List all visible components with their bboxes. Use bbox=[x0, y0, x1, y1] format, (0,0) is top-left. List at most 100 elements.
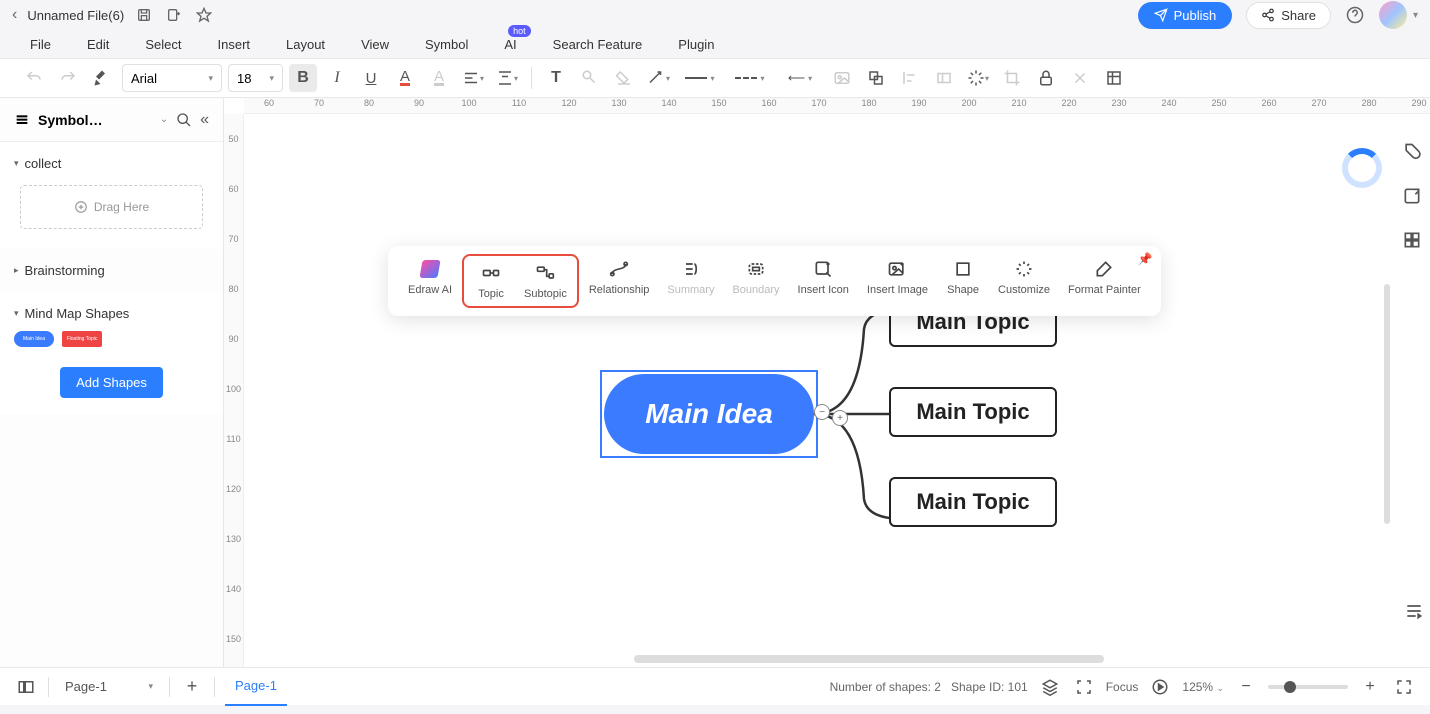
avatar-menu-chevron-icon[interactable]: ▾ bbox=[1413, 10, 1418, 21]
layers-icon[interactable] bbox=[1038, 675, 1062, 699]
expand-handle-icon[interactable]: + bbox=[832, 410, 848, 426]
menu-ai[interactable]: AIhot bbox=[504, 37, 516, 52]
highlighted-group: Topic Subtopic bbox=[462, 254, 579, 308]
theme-icon[interactable] bbox=[1400, 140, 1424, 164]
ft-subtopic[interactable]: Subtopic bbox=[516, 258, 575, 304]
ai-sparkle-button[interactable]: ▾ bbox=[964, 64, 992, 92]
pin-icon[interactable]: 📌 bbox=[1138, 252, 1153, 266]
page-select[interactable]: Page-1▾ bbox=[59, 675, 159, 699]
share-button[interactable]: Share bbox=[1246, 2, 1331, 29]
table-button[interactable] bbox=[1100, 64, 1128, 92]
menu-symbol[interactable]: Symbol bbox=[425, 37, 468, 52]
present-icon[interactable] bbox=[1148, 675, 1172, 699]
redo-button[interactable] bbox=[54, 64, 82, 92]
menu-view[interactable]: View bbox=[361, 37, 389, 52]
text-tool-button[interactable]: T bbox=[542, 64, 570, 92]
export-icon[interactable] bbox=[164, 5, 184, 25]
font-color-button[interactable]: A bbox=[391, 64, 419, 92]
lock-button[interactable] bbox=[1032, 64, 1060, 92]
menu-layout[interactable]: Layout bbox=[286, 37, 325, 52]
collapse-sidebar-icon[interactable]: « bbox=[200, 111, 209, 129]
menu-insert[interactable]: Insert bbox=[218, 37, 251, 52]
shape-thumb-main-idea[interactable]: Main Idea bbox=[14, 331, 54, 347]
zoom-slider[interactable] bbox=[1268, 685, 1348, 689]
zoom-in-button[interactable]: + bbox=[1358, 675, 1382, 699]
arrow-style-select[interactable]: ⟵▾ bbox=[778, 64, 822, 92]
sidebar-section-brainstorming[interactable]: ▸Brainstorming bbox=[14, 259, 209, 282]
focus-label[interactable]: Focus bbox=[1106, 680, 1139, 694]
ft-relationship[interactable]: Relationship bbox=[581, 254, 658, 300]
add-page-button[interactable]: + bbox=[180, 675, 204, 699]
zoom-out-button[interactable]: − bbox=[1234, 675, 1258, 699]
node-main-idea[interactable]: Main Idea bbox=[604, 374, 814, 454]
canvas[interactable]: Main Idea − + Main Topic Main Topic Main… bbox=[244, 114, 1430, 667]
share-label: Share bbox=[1281, 8, 1316, 23]
ft-insert-image[interactable]: Insert Image bbox=[859, 254, 936, 300]
font-family-select[interactable]: Arial▾ bbox=[122, 64, 222, 92]
horizontal-scrollbar[interactable] bbox=[634, 655, 1104, 663]
drag-here-zone[interactable]: Drag Here bbox=[20, 185, 203, 229]
align-button[interactable]: ▾ bbox=[459, 64, 487, 92]
grid-icon[interactable] bbox=[1400, 228, 1424, 252]
italic-button[interactable]: I bbox=[323, 64, 351, 92]
font-size-select[interactable]: 18▾ bbox=[228, 64, 283, 92]
back-button[interactable]: ‹ bbox=[12, 6, 17, 24]
ft-format-painter[interactable]: Format Painter bbox=[1060, 254, 1149, 300]
tools-button[interactable] bbox=[1066, 64, 1094, 92]
align-objects-button[interactable] bbox=[896, 64, 924, 92]
ft-shape[interactable]: Shape bbox=[938, 254, 988, 300]
image-insert-button[interactable] bbox=[828, 64, 856, 92]
ft-boundary[interactable]: Boundary bbox=[724, 254, 787, 300]
publish-button[interactable]: Publish bbox=[1138, 2, 1233, 29]
save-icon[interactable] bbox=[134, 5, 154, 25]
ft-customize[interactable]: Customize bbox=[990, 254, 1058, 300]
focus-icon[interactable] bbox=[1072, 675, 1096, 699]
layers-button[interactable] bbox=[862, 64, 890, 92]
star-icon[interactable] bbox=[194, 5, 214, 25]
page-tab-1[interactable]: Page-1 bbox=[225, 668, 287, 706]
help-icon[interactable] bbox=[1345, 5, 1365, 25]
library-icon bbox=[14, 112, 30, 128]
collapse-handle-icon[interactable]: − bbox=[814, 404, 830, 420]
node-topic-3[interactable]: Main Topic bbox=[889, 477, 1057, 527]
menu-file[interactable]: File bbox=[30, 37, 51, 52]
distribute-button[interactable] bbox=[930, 64, 958, 92]
sidebar-section-collect[interactable]: ▾collect bbox=[14, 152, 209, 175]
vertical-scrollbar[interactable] bbox=[1384, 284, 1390, 524]
shapes-count-label: Number of shapes: 2 bbox=[830, 680, 941, 694]
line-weight-select[interactable]: ▾ bbox=[678, 64, 722, 92]
avatar[interactable] bbox=[1379, 1, 1407, 29]
line-dash-select[interactable]: ▾ bbox=[728, 64, 772, 92]
fill-color-button[interactable] bbox=[610, 64, 638, 92]
ft-edraw-ai[interactable]: Edraw AI bbox=[400, 254, 460, 300]
valign-button[interactable]: ▾ bbox=[493, 64, 521, 92]
underline-button[interactable]: U bbox=[357, 64, 385, 92]
zoom-value[interactable]: 125% ⌄ bbox=[1182, 680, 1224, 694]
node-topic-2[interactable]: Main Topic bbox=[889, 387, 1057, 437]
ft-insert-icon[interactable]: Insert Icon bbox=[790, 254, 857, 300]
menu-search-feature[interactable]: Search Feature bbox=[553, 37, 643, 52]
pages-panel-icon[interactable] bbox=[14, 675, 38, 699]
outline-toggle-icon[interactable] bbox=[1404, 601, 1424, 621]
toolbar-separator bbox=[531, 67, 532, 89]
format-brush-icon[interactable] bbox=[88, 64, 116, 92]
undo-button[interactable] bbox=[20, 64, 48, 92]
ft-summary[interactable]: Summary bbox=[659, 254, 722, 300]
shape-thumb-floating-topic[interactable]: Floating Topic bbox=[62, 331, 102, 347]
connector-style-button[interactable]: ▾ bbox=[644, 64, 672, 92]
ft-topic[interactable]: Topic bbox=[466, 258, 516, 304]
bold-button[interactable]: B bbox=[289, 64, 317, 92]
search-icon[interactable] bbox=[176, 112, 192, 128]
shape-tool-button[interactable] bbox=[576, 64, 604, 92]
menu-plugin[interactable]: Plugin bbox=[678, 37, 714, 52]
sidebar-section-mindmap-shapes[interactable]: ▾Mind Map Shapes bbox=[14, 302, 209, 325]
highlight-button[interactable]: A bbox=[425, 64, 453, 92]
menu-edit[interactable]: Edit bbox=[87, 37, 109, 52]
sidebar-title: Symbol… bbox=[38, 112, 152, 128]
sidebar-title-dropdown[interactable]: ⌄ bbox=[160, 114, 168, 125]
component-icon[interactable] bbox=[1400, 184, 1424, 208]
add-shapes-button[interactable]: Add Shapes bbox=[60, 367, 163, 398]
fullscreen-icon[interactable] bbox=[1392, 675, 1416, 699]
menu-select[interactable]: Select bbox=[145, 37, 181, 52]
crop-button[interactable] bbox=[998, 64, 1026, 92]
